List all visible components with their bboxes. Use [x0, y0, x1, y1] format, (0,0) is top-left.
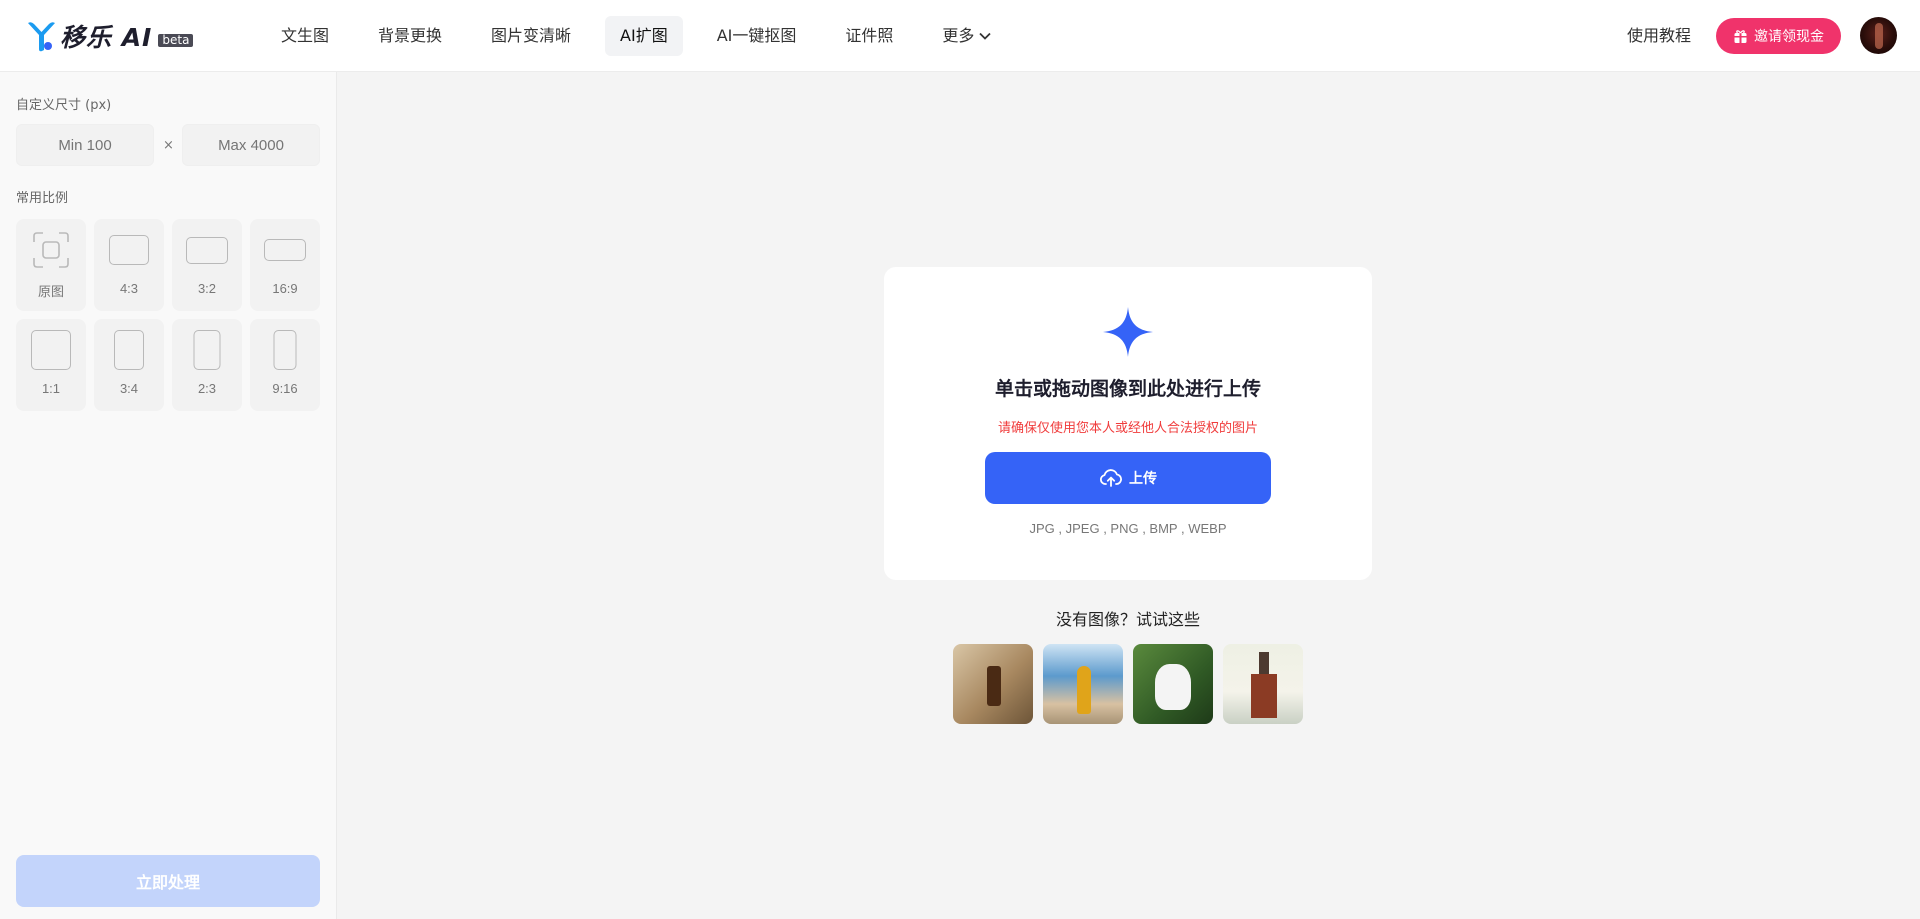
beta-badge: beta [158, 33, 194, 47]
ratio-2-3[interactable]: 2:3 [172, 319, 242, 411]
ratio-label: 4:3 [119, 281, 139, 296]
ratio-original[interactable]: 原图 [16, 219, 86, 311]
ratio-9-16[interactable]: 9:16 [250, 319, 320, 411]
sparkle-icon [1103, 307, 1153, 357]
ratio-label: 3:4 [119, 381, 139, 396]
sample-image-bottle[interactable] [953, 644, 1033, 724]
nav-ai-cutout[interactable]: AI一键抠图 [702, 16, 812, 56]
sample-image-beach-surfboard[interactable] [1043, 644, 1123, 724]
times-sign: × [163, 138, 174, 153]
sample-images [953, 644, 1313, 724]
upload-button[interactable]: 上传 [985, 452, 1271, 504]
ratio-label: 3:2 [197, 281, 217, 296]
nav-more[interactable]: 更多 [927, 16, 1007, 56]
tutorial-link[interactable]: 使用教程 [1627, 24, 1691, 48]
ratio-4-3-icon [109, 235, 149, 265]
supported-formats: JPG , JPEG , PNG , BMP , WEBP [1029, 521, 1227, 536]
gift-icon [1734, 29, 1747, 43]
main-nav: 文生图 背景更换 图片变清晰 AI扩图 AI一键抠图 证件照 更多 [266, 16, 1026, 56]
ratio-3-2[interactable]: 3:2 [172, 219, 242, 311]
ratio-label: 原图 [37, 284, 64, 299]
logo-icon [28, 22, 55, 52]
ratio-9-16-icon [273, 330, 297, 370]
upload-button-label: 上传 [1129, 471, 1157, 487]
upload-warning: 请确保仅使用您本人或经他人合法授权的图片 [997, 421, 1258, 436]
nav-more-label: 更多 [942, 26, 975, 45]
nav-image-sharpen[interactable]: 图片变清晰 [476, 16, 586, 56]
settings-sidebar: 自定义尺寸 (px) × 常用比例 原图 4:3 3:2 16:9 1:1 [0, 72, 337, 919]
ratio-3-4-icon [114, 330, 144, 370]
invite-cash-label: 邀请领现金 [1754, 29, 1824, 45]
height-input[interactable] [182, 124, 320, 166]
ratio-1-1[interactable]: 1:1 [16, 319, 86, 411]
sample-image-white-dog[interactable] [1133, 644, 1213, 724]
nav-text-to-image[interactable]: 文生图 [266, 16, 344, 56]
try-samples-title: 没有图像？试试这些 [1055, 610, 1200, 629]
ratio-title: 常用比例 [16, 191, 69, 206]
ratio-3-4[interactable]: 3:4 [94, 319, 164, 411]
ratio-16-9-icon [264, 239, 306, 261]
ratio-1-1-icon [31, 330, 71, 370]
ratio-3-2-icon [186, 237, 228, 264]
ratio-grid: 原图 4:3 3:2 16:9 1:1 3:4 2:3 9:16 [16, 219, 320, 411]
nav-background-replace[interactable]: 背景更换 [363, 16, 457, 56]
logo-text: 移乐 AI [60, 23, 153, 52]
process-now-button[interactable]: 立即处理 [16, 855, 320, 907]
ratio-2-3-icon [193, 330, 221, 370]
upload-dropzone[interactable]: 单击或拖动图像到此处进行上传 请确保仅使用您本人或经他人合法授权的图片 上传 J… [884, 267, 1372, 580]
cloud-upload-icon [1099, 469, 1122, 487]
ratio-label: 16:9 [272, 281, 298, 296]
invite-cash-button[interactable]: 邀请领现金 [1716, 18, 1841, 54]
sample-image-church[interactable] [1223, 644, 1303, 724]
ratio-label: 1:1 [41, 381, 61, 396]
nav-ai-expand[interactable]: AI扩图 [605, 16, 683, 56]
upload-title: 单击或拖动图像到此处进行上传 [994, 378, 1261, 400]
width-input[interactable] [16, 124, 154, 166]
logo[interactable]: 移乐 AI beta [26, 19, 194, 53]
nav-id-photo[interactable]: 证件照 [830, 16, 908, 56]
ratio-16-9[interactable]: 16:9 [250, 219, 320, 311]
original-frame-icon [33, 232, 69, 268]
ratio-4-3[interactable]: 4:3 [94, 219, 164, 311]
ratio-label: 9:16 [272, 381, 298, 396]
ratio-label: 2:3 [197, 381, 217, 396]
user-avatar[interactable] [1860, 17, 1897, 54]
chevron-down-icon [979, 32, 992, 40]
custom-size-title: 自定义尺寸 (px) [16, 98, 112, 113]
top-header: 移乐 AI beta 文生图 背景更换 图片变清晰 AI扩图 AI一键抠图 证件… [0, 0, 1920, 72]
